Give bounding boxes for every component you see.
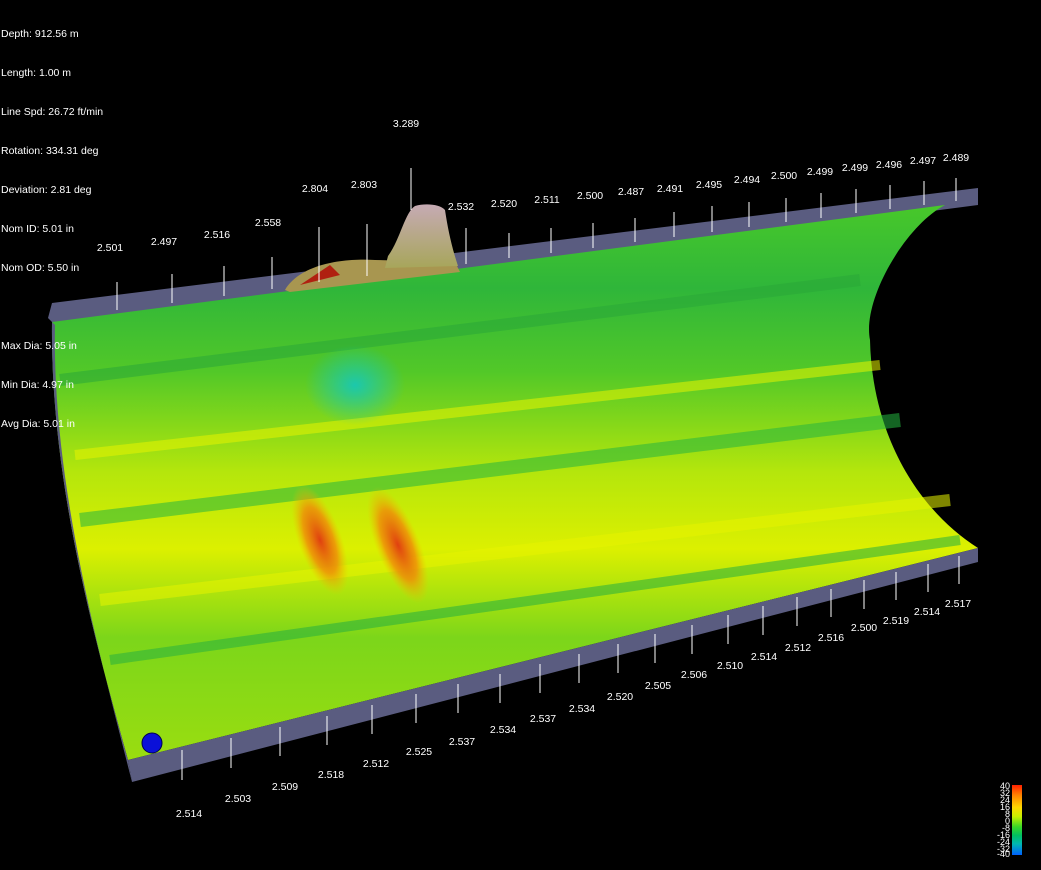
avg-dia-readout: Avg Dia: 5.01 in: [1, 418, 75, 430]
rotation-readout: Rotation: 334.31 deg: [1, 145, 99, 157]
top-label: 2.497: [150, 236, 178, 248]
color-scale-legend: 40 32 24 16 8 0 -8 -16 -24 -32 -40: [990, 782, 1034, 859]
top-label: 2.491: [656, 183, 684, 195]
pipe-3d-viewport[interactable]: [0, 0, 1041, 870]
top-label: 2.511: [534, 194, 560, 206]
nom-id-readout: Nom ID: 5.01 in: [1, 223, 74, 235]
bottom-label: 2.500: [850, 622, 878, 634]
bottom-label: 2.503: [224, 793, 252, 805]
top-label: 2.803: [350, 179, 378, 191]
bottom-label: 2.514: [175, 808, 203, 820]
max-spike: [385, 204, 458, 268]
info-panel: Depth: 912.56 m Length: 1.00 m Line Spd:…: [1, 2, 103, 444]
top-label: 2.500: [576, 190, 604, 202]
bottom-label: 2.520: [606, 691, 634, 703]
top-label: 2.532: [447, 201, 475, 213]
deviation-readout: Deviation: 2.81 deg: [1, 184, 92, 196]
bottom-label: 2.525: [405, 746, 433, 758]
position-marker[interactable]: [141, 732, 163, 754]
top-label: 2.558: [254, 217, 282, 229]
bottom-label: 2.517: [944, 598, 972, 610]
bottom-label: 2.534: [489, 724, 517, 736]
bottom-label: 2.512: [784, 642, 812, 654]
top-label: 2.520: [490, 198, 518, 210]
bottom-label: 2.514: [913, 606, 941, 618]
bottom-label: 2.512: [362, 758, 390, 770]
line-speed-readout: Line Spd: 26.72 ft/min: [1, 106, 104, 118]
bottom-label: 2.505: [644, 680, 672, 692]
length-readout: Length: 1.00 m: [1, 67, 72, 79]
color-scale-bar: [1012, 785, 1022, 855]
bottom-label: 2.519: [882, 615, 910, 627]
min-dia-readout: Min Dia: 4.97 in: [1, 379, 74, 391]
top-label: 2.497: [909, 155, 937, 167]
legend-tick: -40: [996, 849, 1010, 859]
bottom-label: 2.518: [317, 769, 345, 781]
top-label: 3.289: [392, 118, 420, 130]
bottom-label: 2.514: [750, 651, 778, 663]
max-dia-readout: Max Dia: 5.05 in: [1, 340, 77, 352]
top-label: 2.499: [841, 162, 869, 174]
bottom-label: 2.537: [529, 713, 557, 725]
bottom-label: 2.509: [271, 781, 299, 793]
nom-od-readout: Nom OD: 5.50 in: [1, 262, 80, 274]
bottom-label: 2.506: [680, 669, 708, 681]
top-label: 2.500: [770, 170, 798, 182]
bottom-label: 2.534: [568, 703, 596, 715]
top-label: 2.489: [942, 152, 970, 164]
top-label: 2.499: [806, 166, 834, 178]
top-label: 2.804: [301, 183, 329, 195]
top-label: 2.487: [617, 186, 645, 198]
bottom-label: 2.510: [716, 660, 744, 672]
low-spot: [305, 345, 405, 425]
bottom-label: 2.537: [448, 736, 476, 748]
top-label: 2.494: [733, 174, 761, 186]
top-label: 2.501: [96, 242, 124, 254]
depth-readout: Depth: 912.56 m: [1, 28, 79, 40]
bottom-label: 2.516: [817, 632, 845, 644]
top-label: 2.496: [875, 159, 903, 171]
top-label: 2.495: [695, 179, 723, 191]
top-label: 2.516: [203, 229, 231, 241]
